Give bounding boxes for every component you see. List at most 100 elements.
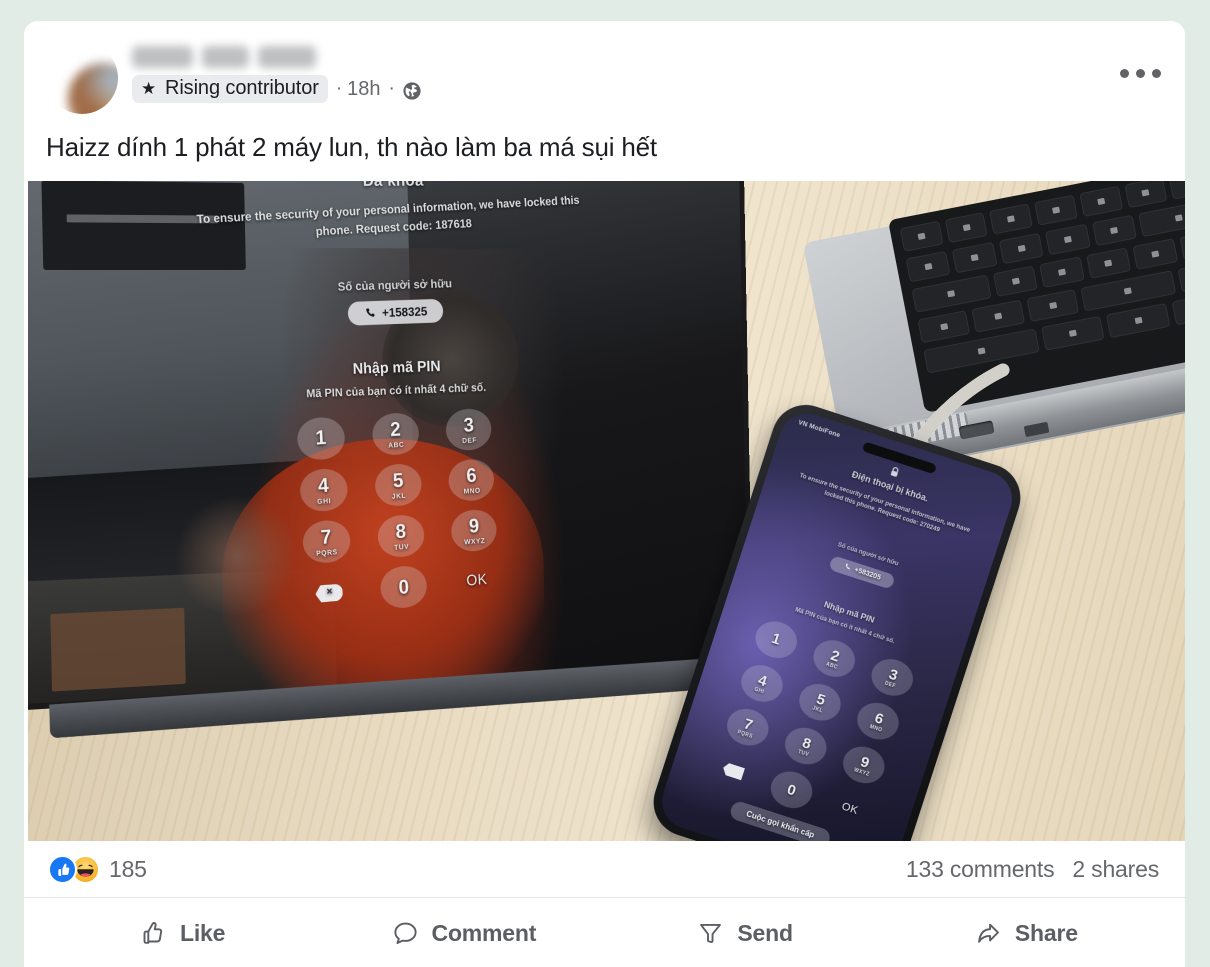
keyboard-key: [1045, 223, 1091, 256]
keypad-key-5[interactable]: 5 JKL: [794, 678, 846, 726]
avatar[interactable]: [46, 42, 118, 114]
keypad-ok-label: OK: [840, 799, 860, 817]
keypad-digit: 9: [468, 514, 480, 538]
keypad-cell[interactable]: 2 ABC: [367, 410, 425, 459]
badge-label: Rising contributor: [165, 77, 319, 99]
keypad-key-8[interactable]: 8 TUV: [780, 722, 832, 770]
like-button[interactable]: Like: [42, 908, 323, 958]
tablet-lock-description: To ensure the security of your personal …: [196, 193, 580, 239]
facebook-post-card: ★ Rising contributor · 18h · Haizz dính …: [24, 21, 1185, 967]
keypad-backspace[interactable]: [708, 747, 759, 794]
tablet-pin-keypad[interactable]: 1 2 ABC 3 DEF 4 GHI 5 JKL 6 MNO 7 PQRS 8 TUV 9W…: [282, 405, 514, 619]
keypad-ok-label: OK: [465, 571, 488, 590]
keypad-cell[interactable]: 0: [759, 762, 825, 817]
share-button[interactable]: Share: [886, 908, 1167, 958]
keypad-key-7[interactable]: 7 PQRS: [721, 703, 773, 751]
keypad-cell[interactable]: 8 TUV: [372, 511, 429, 560]
avatar-image-blurred: [68, 63, 118, 114]
keypad-backspace[interactable]: [304, 570, 353, 616]
keypad-letters: ABC: [387, 439, 405, 450]
keypad-cell[interactable]: 4 GHI: [294, 465, 353, 515]
keypad-cell[interactable]: 5 JKL: [370, 461, 427, 510]
globe-icon[interactable]: [402, 81, 422, 101]
keypad-cell[interactable]: [300, 568, 359, 618]
post-header: ★ Rising contributor · 18h ·: [24, 21, 1185, 123]
post-timestamp[interactable]: 18h: [347, 78, 380, 101]
share-arrow-icon: [975, 920, 1002, 947]
keypad-key-7[interactable]: 7 PQRS: [301, 518, 351, 565]
keypad-key-9[interactable]: 9 WXYZ: [838, 741, 890, 789]
tablet-device: Đã khóa To ensure the security of your p…: [28, 181, 754, 739]
lock-icon: [888, 464, 902, 479]
action-bar: Like Comment Send Share: [24, 898, 1185, 967]
keypad-key-1[interactable]: 1: [296, 416, 346, 462]
keypad-key-6[interactable]: 6 MNO: [447, 457, 496, 503]
keyboard-key: [944, 212, 989, 244]
keyboard-key: [1039, 256, 1085, 288]
keypad-digit: 1: [314, 426, 327, 449]
keypad-digit: 7: [741, 714, 755, 734]
keypad-key-8[interactable]: 8 TUV: [376, 513, 426, 559]
keypad-key-9[interactable]: 9 WXYZ: [450, 508, 498, 553]
keypad-key-3[interactable]: 3 DEF: [866, 653, 919, 702]
keypad-cell[interactable]: 3 DEF: [441, 406, 497, 454]
keypad-cell[interactable]: 1: [291, 414, 350, 463]
ellipsis-icon[interactable]: [1120, 69, 1161, 78]
keypad-cell[interactable]: OK: [449, 556, 505, 605]
keypad-key-4[interactable]: 4 GHI: [736, 659, 788, 707]
keypad-cell[interactable]: [700, 743, 766, 798]
keypad-cell[interactable]: OK: [817, 781, 883, 836]
keypad-digit: 3: [886, 665, 901, 685]
keypad-letters: WXYZ: [853, 766, 871, 778]
keypad-key-4[interactable]: 4 GHI: [298, 467, 349, 513]
keypad-letters: DEF: [462, 435, 478, 445]
tablet-owner-phone-pill[interactable]: +158325: [347, 298, 444, 326]
keypad-key-1[interactable]: 1: [750, 615, 802, 664]
meta-separator: ·: [335, 78, 343, 99]
keypad-cell[interactable]: 0: [375, 562, 432, 612]
keypad-ok-button[interactable]: OK: [453, 559, 500, 604]
reactions-summary[interactable]: 185: [48, 855, 147, 884]
keypad-key-0[interactable]: 0: [379, 564, 428, 610]
keyboard-key: [1040, 315, 1106, 351]
post-text: Haizz dính 1 phát 2 máy lun, th nào làm …: [46, 132, 657, 162]
backspace-icon: [721, 761, 745, 780]
author-name-redacted[interactable]: [132, 43, 422, 71]
keypad-key-5[interactable]: 5 JKL: [374, 462, 423, 508]
comment-button[interactable]: Comment: [323, 908, 604, 958]
keyboard-key: [998, 232, 1044, 265]
shares-count[interactable]: 2 shares: [1072, 856, 1159, 883]
share-button-label: Share: [1014, 919, 1078, 946]
post-meta-row: ★ Rising contributor · 18h ·: [132, 74, 422, 104]
keyboard-key: [1179, 229, 1185, 261]
keypad-cell[interactable]: 7 PQRS: [297, 517, 356, 567]
keypad-key-6[interactable]: 6 MNO: [852, 697, 904, 745]
keyboard-key: [899, 220, 944, 252]
keypad-key-3[interactable]: 3 DEF: [445, 407, 493, 452]
keypad-cell[interactable]: 9 WXYZ: [446, 506, 502, 555]
phone-icon: [843, 562, 852, 573]
meta-separator: ·: [388, 78, 395, 99]
keypad-key-2[interactable]: 2 ABC: [371, 411, 420, 457]
keyboard-key: [1106, 302, 1171, 339]
keyboard-key: [989, 203, 1034, 235]
keypad-letters: WXYZ: [464, 536, 486, 547]
rising-contributor-badge[interactable]: ★ Rising contributor: [132, 75, 328, 103]
keyboard-key: [1168, 181, 1185, 200]
phone-owner-phone-number: +583205: [853, 566, 882, 582]
keypad-key-2[interactable]: 2 ABC: [808, 634, 860, 683]
keypad-digit: 8: [800, 733, 814, 753]
tablet-pin-title: Nhập mã PIN: [352, 358, 441, 378]
keypad-digit: 4: [755, 671, 770, 690]
keypad-cell[interactable]: 6 MNO: [443, 456, 499, 505]
tablet-lockscreen-ui: Đã khóa To ensure the security of your p…: [28, 181, 748, 704]
send-button[interactable]: Send: [605, 908, 886, 958]
send-icon: [697, 920, 724, 947]
keyboard-key: [905, 250, 951, 283]
post-photo[interactable]: Đã khóa To ensure the security of your p…: [28, 181, 1185, 841]
keyboard-key: [1079, 185, 1123, 218]
comments-count[interactable]: 133 comments: [906, 856, 1055, 883]
tablet-screen: Đã khóa To ensure the security of your p…: [28, 181, 749, 705]
keypad-ok-button[interactable]: OK: [824, 785, 875, 832]
keypad-key-0[interactable]: 0: [766, 766, 818, 814]
